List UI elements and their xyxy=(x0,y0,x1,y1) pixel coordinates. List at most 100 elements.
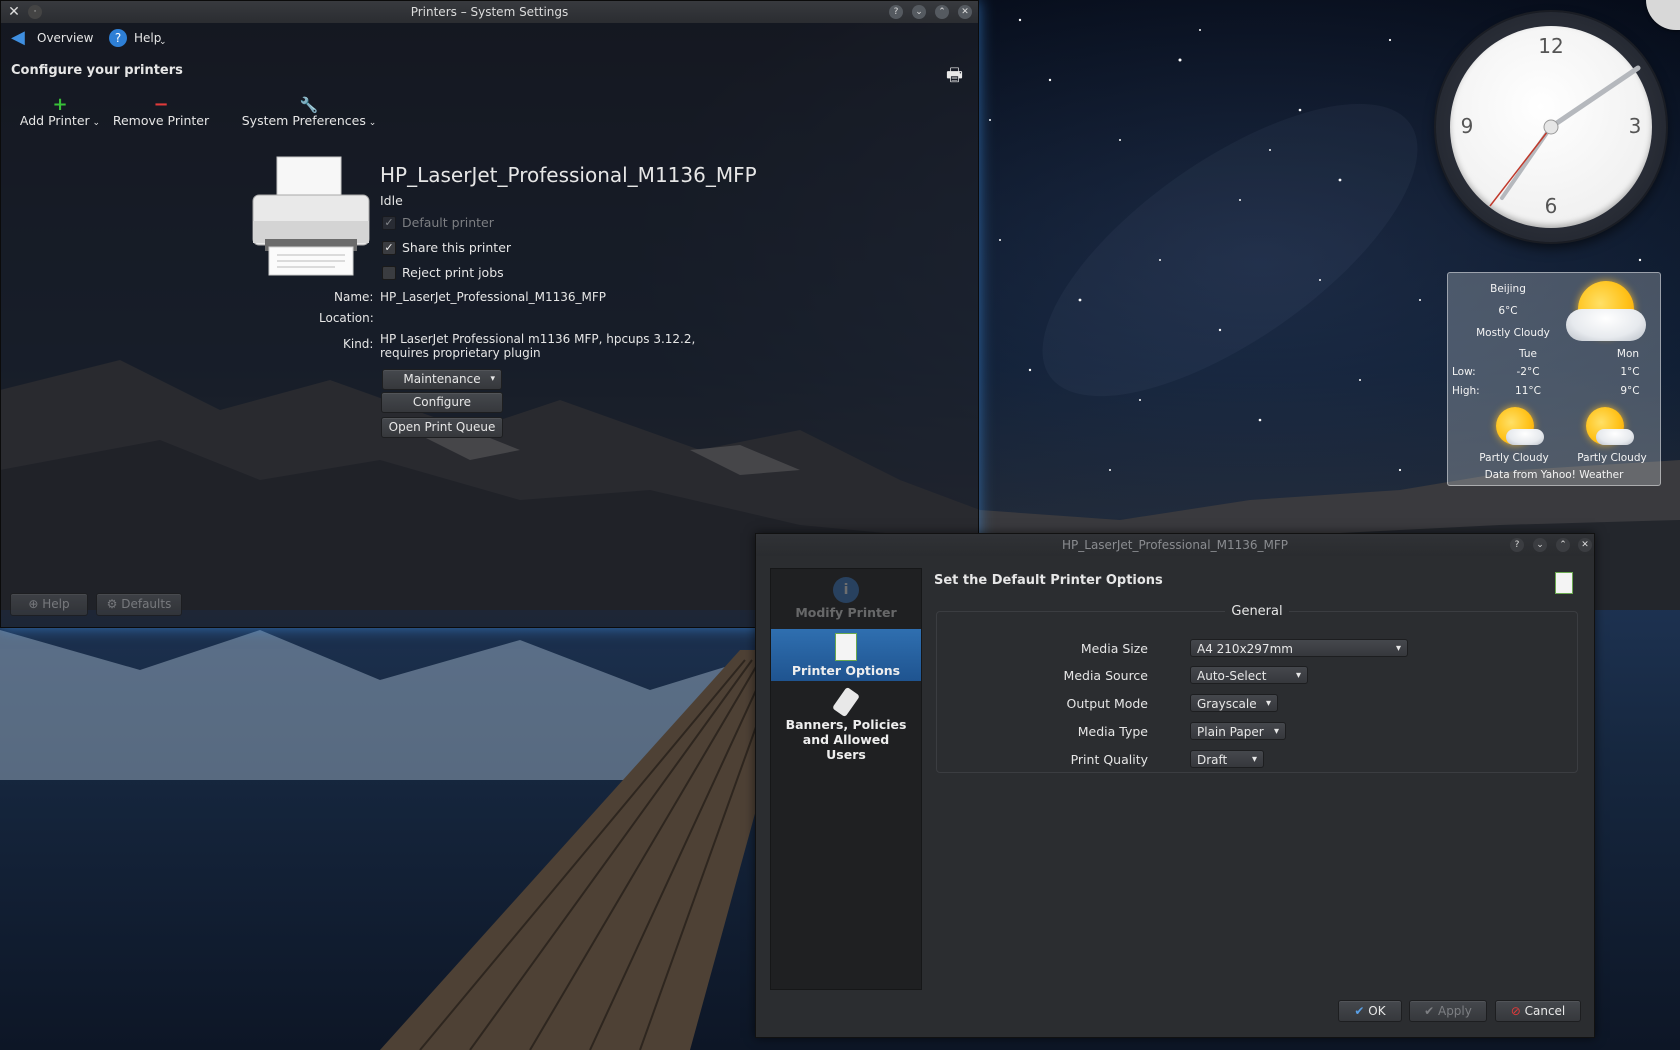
dialog-maximize-icon[interactable]: ⌃ xyxy=(1556,538,1570,552)
ok-button[interactable]: ✔ OK xyxy=(1338,1000,1402,1022)
share-printer-checkbox[interactable]: ✓ xyxy=(382,241,396,255)
minus-icon: − xyxy=(153,94,169,115)
window-menu-icon[interactable]: ✕ xyxy=(6,4,22,20)
page-heading: Configure your printers xyxy=(11,63,183,78)
chevron-down-icon: ▾ xyxy=(1265,698,1271,709)
help-lifebuoy-icon: ⊕ xyxy=(28,597,43,611)
clock-face: 12 3 6 9 xyxy=(1450,26,1652,228)
remove-printer-label: Remove Printer xyxy=(112,113,210,128)
weather-day2-condition: Partly Cloudy xyxy=(1577,452,1647,464)
maintenance-label: Maintenance xyxy=(403,372,481,386)
share-printer-label: Share this printer xyxy=(402,240,512,255)
weather-low-label: Low: xyxy=(1452,366,1476,378)
output-mode-select[interactable]: Grayscale ▾ xyxy=(1190,694,1278,712)
sidebar-item-modify-printer[interactable]: i Modify Printer xyxy=(771,573,921,621)
print-quality-select[interactable]: Draft ▾ xyxy=(1190,750,1264,768)
chevron-down-icon: ⌄ xyxy=(159,37,167,47)
weather-day2-high: 9°C xyxy=(1620,385,1640,397)
weather-day1: Tue xyxy=(1519,348,1537,360)
printer-options-icon xyxy=(835,633,857,661)
dialog-title: HP_LaserJet_Professional_M1136_MFP xyxy=(1062,538,1288,552)
window-minimize-icon[interactable]: ⌄ xyxy=(912,5,926,19)
weather-temp: 6°C xyxy=(1498,305,1518,317)
general-group: General xyxy=(936,604,1578,773)
check-icon: ✔ xyxy=(1354,1004,1369,1018)
remove-printer-button[interactable]: − Remove Printer xyxy=(109,94,213,137)
chevron-down-icon: ▾ xyxy=(490,374,495,384)
media-size-value: A4 210x297mm xyxy=(1197,642,1293,656)
output-mode-value: Grayscale xyxy=(1197,697,1257,711)
sidebar-item-banners-policies[interactable]: Banners, Policies and Allowed Users xyxy=(771,685,921,765)
weather-day2-low: 1°C xyxy=(1620,366,1640,378)
sidebar-item-printer-options[interactable]: Printer Options xyxy=(771,629,921,681)
system-preferences-label: System Preferences xyxy=(241,113,366,128)
weather-city: Beijing xyxy=(1490,283,1526,295)
weather-day1-condition: Partly Cloudy xyxy=(1479,452,1549,464)
default-printer-checkbox[interactable]: ✓ xyxy=(382,216,396,230)
weather-source: Data from Yahoo! Weather xyxy=(1484,469,1624,481)
media-size-select[interactable]: A4 210x297mm ▾ xyxy=(1190,639,1408,657)
kind-label: Kind: xyxy=(343,337,374,351)
chevron-down-icon: ▾ xyxy=(1273,726,1279,737)
weather-high-label: High: xyxy=(1452,385,1480,397)
cancel-button[interactable]: ⊘ Cancel xyxy=(1495,1000,1581,1022)
modify-printer-label: Modify Printer xyxy=(795,605,897,620)
dialog-help-icon[interactable]: ? xyxy=(1510,538,1524,552)
check-icon: ✔ xyxy=(1424,1004,1438,1018)
printers-window-titlebar: ✕ · Printers – System Settings ? ⌄ ⌃ ✕ xyxy=(1,1,978,23)
weather-day1-high: 11°C xyxy=(1515,385,1541,397)
system-preferences-button[interactable]: 🔧 System Preferences ⌄ xyxy=(239,97,379,137)
cancel-label: Cancel xyxy=(1524,1004,1566,1018)
printer-icon xyxy=(252,156,370,276)
banners-label-line3: Users xyxy=(826,747,866,762)
general-group-title: General xyxy=(1225,604,1289,619)
dialog-minimize-icon[interactable]: ⌄ xyxy=(1533,538,1547,552)
plus-icon: + xyxy=(52,94,68,115)
ok-label: OK xyxy=(1368,1004,1386,1018)
dialog-sidebar: i Modify Printer Printer Options Banners… xyxy=(770,568,922,990)
defaults-button[interactable]: ⚙ Defaults xyxy=(96,593,182,616)
location-label: Location: xyxy=(319,311,374,325)
media-type-label: Media Type xyxy=(1077,724,1148,739)
banners-label-line2: and Allowed xyxy=(802,732,890,747)
weather-condition: Mostly Cloudy xyxy=(1476,327,1550,339)
help-label: Help xyxy=(134,31,162,45)
default-printer-label: Default printer xyxy=(402,215,494,230)
media-source-label: Media Source xyxy=(1063,668,1148,683)
reject-jobs-checkbox[interactable] xyxy=(382,266,396,280)
printer-small-icon: 🖶 xyxy=(946,65,963,86)
keep-above-icon[interactable]: · xyxy=(28,5,42,19)
maintenance-dropdown[interactable]: Maintenance ▾ xyxy=(382,369,502,390)
help-circle-icon: ? xyxy=(109,29,127,47)
printer-title: HP_LaserJet_Professional_M1136_MFP xyxy=(380,163,757,187)
apply-button[interactable]: ✔ Apply xyxy=(1409,1000,1487,1022)
banners-label-line1: Banners, Policies xyxy=(785,717,907,732)
reject-jobs-label: Reject print jobs xyxy=(402,265,504,280)
media-size-label: Media Size xyxy=(1080,641,1148,656)
window-maximize-icon[interactable]: ⌃ xyxy=(935,5,949,19)
kind-value-line2: requires proprietary plugin xyxy=(380,346,541,360)
name-label: Name: xyxy=(334,290,374,304)
window-close-icon[interactable]: ✕ xyxy=(958,5,972,19)
configure-button[interactable]: Configure xyxy=(381,392,503,413)
media-type-select[interactable]: Plain Paper ▾ xyxy=(1190,722,1286,740)
add-printer-button[interactable]: + Add Printer ⌄ xyxy=(15,94,105,137)
weather-widget: Beijing 6°C Mostly Cloudy Tue Mon Low: -… xyxy=(1447,272,1661,486)
chevron-down-icon: ▾ xyxy=(1251,754,1257,765)
media-source-value: Auto-Select xyxy=(1197,669,1267,683)
weather-day1-low: -2°C xyxy=(1516,366,1540,378)
analog-clock-widget: 12 3 6 9 xyxy=(1436,12,1666,242)
chevron-down-icon: ▾ xyxy=(1295,670,1301,681)
media-source-select[interactable]: Auto-Select ▾ xyxy=(1190,666,1308,684)
media-type-value: Plain Paper xyxy=(1197,725,1264,739)
dialog-close-icon[interactable]: ✕ xyxy=(1578,538,1592,552)
defaults-label: Defaults xyxy=(121,597,172,611)
wrench-icon: 🔧 xyxy=(299,96,319,114)
window-help-icon[interactable]: ? xyxy=(889,5,903,19)
footer-help-button[interactable]: ⊕ Help xyxy=(10,593,88,616)
open-print-queue-button[interactable]: Open Print Queue xyxy=(381,417,503,438)
printer-options-label: Printer Options xyxy=(791,663,901,678)
overview-label: Overview xyxy=(37,31,94,45)
kind-value-line1: HP LaserJet Professional m1136 MFP, hpcu… xyxy=(380,332,696,346)
chevron-down-icon: ▾ xyxy=(1395,643,1401,654)
